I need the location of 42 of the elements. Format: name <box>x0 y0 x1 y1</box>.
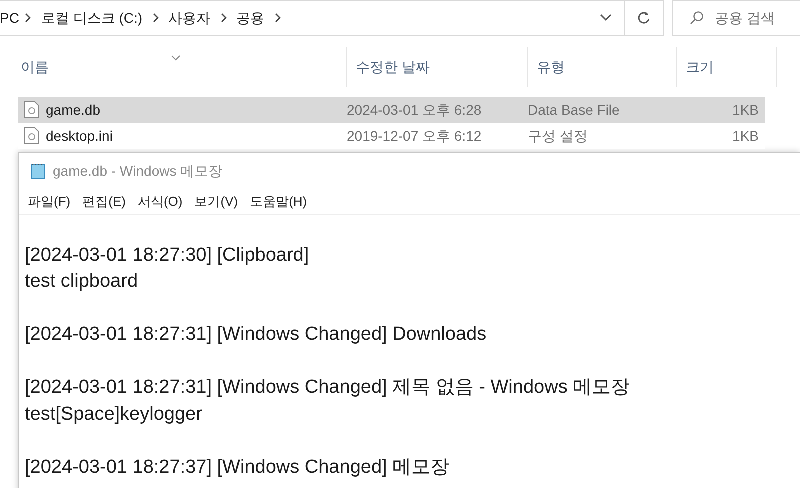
text-line: [2024-03-01 18:27:37] [Windows Changed] 메모장 <box>25 456 451 480</box>
sort-caret-icon <box>171 55 181 61</box>
menu-item[interactable]: 도움말(H) <box>245 192 312 212</box>
chevron-right-icon <box>220 13 227 23</box>
file-size: 1KB <box>732 102 759 118</box>
notepad-icon <box>31 163 47 180</box>
file-name: desktop.ini <box>46 126 113 146</box>
file-type: 구성 설정 <box>528 128 588 144</box>
menu-item[interactable]: 보기(V) <box>190 192 244 212</box>
breadcrumb[interactable]: PC <box>0 8 20 28</box>
file-size: 1KB <box>732 128 759 144</box>
menu-item[interactable]: 서식(O) <box>132 192 188 212</box>
window-title: game.db - Windows 메모장 <box>53 162 223 181</box>
file-row[interactable]: game.db 2024-03-01 오후 6:28 Data Base File 1KB <box>18 97 765 123</box>
column-header[interactable]: 이름 <box>12 47 347 87</box>
file-icon <box>24 101 40 119</box>
text-line: [2024-03-01 18:27:31] [Windows Changed] 제목 없음 - Windows 메모장 <box>25 376 632 400</box>
chevron-right-icon <box>274 13 281 23</box>
modified-date: 2019-12-07 오후 6:12 <box>347 128 482 144</box>
chevron-right-icon <box>152 13 159 23</box>
menu-item[interactable]: 파일(F) <box>23 192 76 212</box>
text-line: [2024-03-01 18:27:31] [Windows Changed] Downloads <box>25 323 488 347</box>
text-line: test[Space]keylogger <box>25 402 204 426</box>
column-header[interactable]: 수정한 날짜 <box>347 47 528 87</box>
breadcrumb[interactable]: 로컬 디스크 (C:) <box>37 8 147 28</box>
refresh-icon[interactable] <box>637 11 651 25</box>
menu-item[interactable]: 편집(E) <box>78 192 131 212</box>
chevron-down-icon[interactable] <box>600 14 612 22</box>
chevron-right-icon <box>25 13 32 23</box>
address-bar[interactable]: PC 로컬 디스크 (C:) 사용자 공용 <box>0 0 664 36</box>
breadcrumb[interactable]: 사용자 <box>164 8 215 28</box>
file-icon <box>24 127 40 145</box>
file-type: Data Base File <box>528 102 620 118</box>
text-line: test clipboard <box>25 270 140 294</box>
breadcrumb[interactable]: 공용 <box>232 8 269 28</box>
modified-date: 2024-03-01 오후 6:28 <box>347 102 482 118</box>
search-field[interactable]: 공용 검색 <box>672 0 800 36</box>
search-icon <box>690 11 704 25</box>
file-name: game.db <box>46 100 100 120</box>
column-header[interactable]: 유형 <box>528 47 677 87</box>
text-line: [2024-03-01 18:27:30] [Clipboard] <box>25 244 310 268</box>
column-header[interactable]: 크기 <box>677 47 777 87</box>
